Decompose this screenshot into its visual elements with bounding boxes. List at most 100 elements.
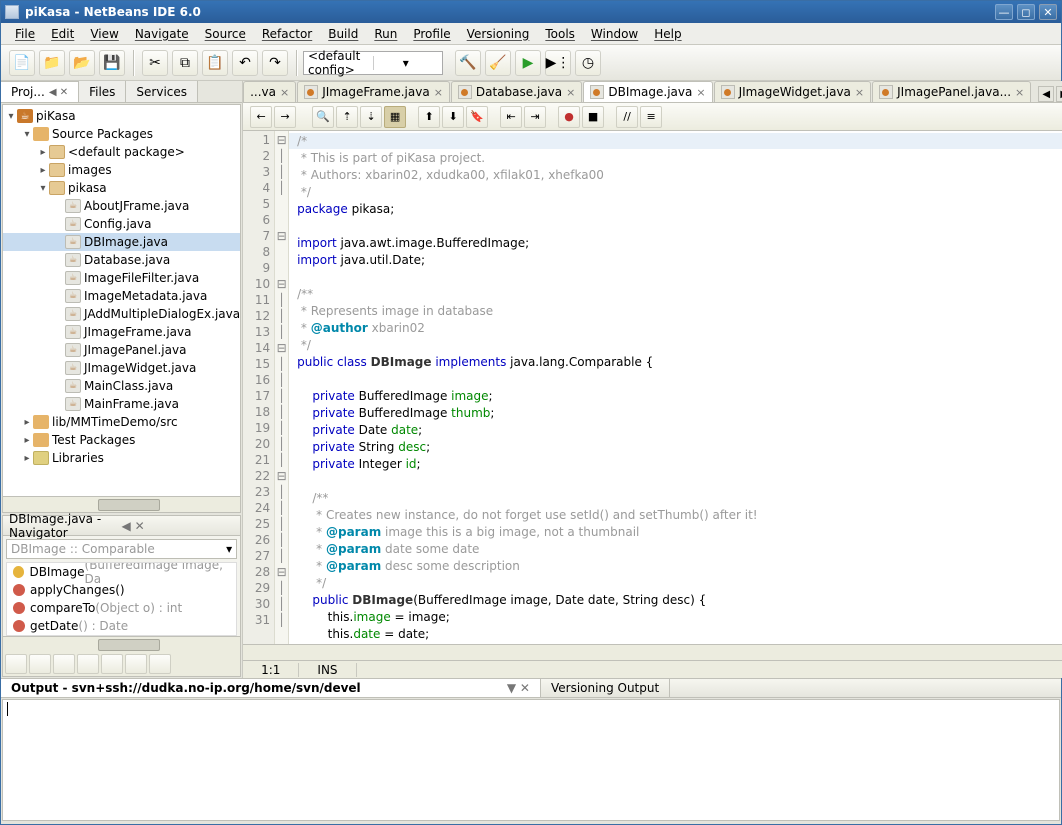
- nav-filter-btn[interactable]: [125, 654, 147, 674]
- save-all-button[interactable]: 💾: [99, 50, 125, 76]
- tree-file[interactable]: ☕MainClass.java: [3, 377, 240, 395]
- profile-button[interactable]: ◷: [575, 50, 601, 76]
- menu-source[interactable]: Source: [197, 27, 254, 41]
- close-icon[interactable]: ×: [280, 86, 289, 99]
- find-selection-button[interactable]: 🔍: [312, 106, 334, 128]
- back-button[interactable]: ←: [250, 106, 272, 128]
- tree-source-packages[interactable]: ▾Source Packages: [3, 125, 240, 143]
- menu-view[interactable]: View: [82, 27, 126, 41]
- uncomment-button[interactable]: ≡: [640, 106, 662, 128]
- config-dropdown[interactable]: <default config> ▾: [303, 51, 443, 75]
- editor-tab[interactable]: JImagePanel.java...×: [872, 81, 1031, 102]
- tree-package[interactable]: ▸images: [3, 161, 240, 179]
- highlight-toggle-button[interactable]: ▦: [384, 106, 406, 128]
- editor-tab-active[interactable]: DBImage.java×: [583, 81, 712, 102]
- tree-file[interactable]: ☕AboutJFrame.java: [3, 197, 240, 215]
- comment-button[interactable]: //: [616, 106, 638, 128]
- open-project-button[interactable]: 📂: [69, 50, 95, 76]
- navigator-controls[interactable]: ◀ ✕: [122, 519, 235, 533]
- nav-filter-btn[interactable]: [5, 654, 27, 674]
- close-icon[interactable]: ×: [1015, 86, 1024, 99]
- nav-filter-btn[interactable]: [53, 654, 75, 674]
- copy-button[interactable]: ⧉: [172, 50, 198, 76]
- tree-file[interactable]: ☕MainFrame.java: [3, 395, 240, 413]
- tree-package[interactable]: ▸<default package>: [3, 143, 240, 161]
- macro-stop-button[interactable]: ■: [582, 106, 604, 128]
- nav-method[interactable]: getDate() : Date: [7, 617, 236, 635]
- tree-file-selected[interactable]: ☕DBImage.java: [3, 233, 240, 251]
- nav-filter-btn[interactable]: [29, 654, 51, 674]
- tree-file[interactable]: ☕JImagePanel.java: [3, 341, 240, 359]
- undo-button[interactable]: ↶: [232, 50, 258, 76]
- output-tab-controls[interactable]: ▼ ✕: [507, 681, 530, 695]
- forward-button[interactable]: →: [274, 106, 296, 128]
- nav-filter-btn[interactable]: [149, 654, 171, 674]
- tree-h-scrollbar[interactable]: [3, 496, 240, 512]
- close-button[interactable]: ✕: [1039, 4, 1057, 20]
- next-bookmark-button[interactable]: ⬇: [442, 106, 464, 128]
- new-file-button[interactable]: 📄: [9, 50, 35, 76]
- menu-window[interactable]: Window: [583, 27, 646, 41]
- minimize-button[interactable]: —: [995, 4, 1013, 20]
- debug-button[interactable]: ▶⋮: [545, 50, 571, 76]
- menu-navigate[interactable]: Navigate: [127, 27, 197, 41]
- tree-file[interactable]: ☕Config.java: [3, 215, 240, 233]
- find-next-button[interactable]: ⇣: [360, 106, 382, 128]
- prev-bookmark-button[interactable]: ⬆: [418, 106, 440, 128]
- editor-h-scrollbar[interactable]: [243, 644, 1062, 660]
- tree-file[interactable]: ☕ImageFileFilter.java: [3, 269, 240, 287]
- projects-tree[interactable]: ▾☕piKasa ▾Source Packages ▸<default pack…: [3, 105, 240, 496]
- tab-versioning-output[interactable]: Versioning Output: [541, 679, 670, 697]
- tree-test-packages[interactable]: ▸Test Packages: [3, 431, 240, 449]
- shift-left-button[interactable]: ⇤: [500, 106, 522, 128]
- menu-build[interactable]: Build: [320, 27, 366, 41]
- nav-filter-btn[interactable]: [77, 654, 99, 674]
- menu-run[interactable]: Run: [366, 27, 405, 41]
- menu-tools[interactable]: Tools: [537, 27, 583, 41]
- titlebar[interactable]: piKasa - NetBeans IDE 6.0 — ◻ ✕: [1, 1, 1061, 23]
- navigator-header[interactable]: DBImage.java - Navigator ◀ ✕: [3, 516, 240, 536]
- tab-scroll-right[interactable]: ▶: [1056, 86, 1062, 102]
- menu-file[interactable]: File: [7, 27, 43, 41]
- editor-tab[interactable]: ...va×: [243, 81, 296, 102]
- editor-tab[interactable]: Database.java×: [451, 81, 582, 102]
- line-number-gutter[interactable]: 1234567891011121314151617181920212223242…: [243, 131, 275, 644]
- tab-output[interactable]: Output - svn+ssh://dudka.no-ip.org/home/…: [1, 679, 541, 697]
- tree-libraries[interactable]: ▸Libraries: [3, 449, 240, 467]
- editor-tab[interactable]: JImageFrame.java×: [297, 81, 450, 102]
- close-icon[interactable]: ×: [434, 86, 443, 99]
- tree-file[interactable]: ☕JImageWidget.java: [3, 359, 240, 377]
- tree-lib-folder[interactable]: ▸lib/MMTimeDemo/src: [3, 413, 240, 431]
- redo-button[interactable]: ↷: [262, 50, 288, 76]
- output-console[interactable]: [2, 699, 1060, 821]
- cut-button[interactable]: ✂: [142, 50, 168, 76]
- tab-files[interactable]: Files: [79, 81, 126, 102]
- macro-record-button[interactable]: ●: [558, 106, 580, 128]
- close-icon[interactable]: ×: [696, 86, 705, 99]
- shift-right-button[interactable]: ⇥: [524, 106, 546, 128]
- close-icon[interactable]: ×: [855, 86, 864, 99]
- tab-services[interactable]: Services: [126, 81, 198, 102]
- menu-versioning[interactable]: Versioning: [459, 27, 538, 41]
- run-button[interactable]: ▶: [515, 50, 541, 76]
- nav-constructor[interactable]: DBImage(BufferedImage image, Da: [7, 563, 236, 581]
- code-editor[interactable]: /* * This is part of piKasa project. * A…: [289, 131, 1062, 644]
- nav-filter-btn[interactable]: [101, 654, 123, 674]
- editor-tab[interactable]: JImageWidget.java×: [714, 81, 872, 102]
- build-button[interactable]: 🔨: [455, 50, 481, 76]
- tree-file[interactable]: ☕JAddMultipleDialogEx.java: [3, 305, 240, 323]
- menu-profile[interactable]: Profile: [405, 27, 458, 41]
- menu-help[interactable]: Help: [646, 27, 689, 41]
- tab-projects[interactable]: Proj... ◀ ✕: [1, 81, 79, 102]
- tab-scroll-left[interactable]: ◀: [1038, 86, 1054, 102]
- tree-project[interactable]: ▾☕piKasa: [3, 107, 240, 125]
- tab-controls[interactable]: ◀ ✕: [49, 87, 68, 98]
- clean-build-button[interactable]: 🧹: [485, 50, 511, 76]
- new-project-button[interactable]: 📁: [39, 50, 65, 76]
- maximize-button[interactable]: ◻: [1017, 4, 1035, 20]
- fold-gutter[interactable]: ⊟│││⊟⊟│││⊟│││││││⊟│││││⊟│││: [275, 131, 289, 644]
- nav-method[interactable]: compareTo(Object o) : int: [7, 599, 236, 617]
- paste-button[interactable]: 📋: [202, 50, 228, 76]
- navigator-filter-dropdown[interactable]: DBImage :: Comparable ▾: [6, 539, 237, 559]
- navigator-member-list[interactable]: DBImage(BufferedImage image, Da applyCha…: [6, 562, 237, 636]
